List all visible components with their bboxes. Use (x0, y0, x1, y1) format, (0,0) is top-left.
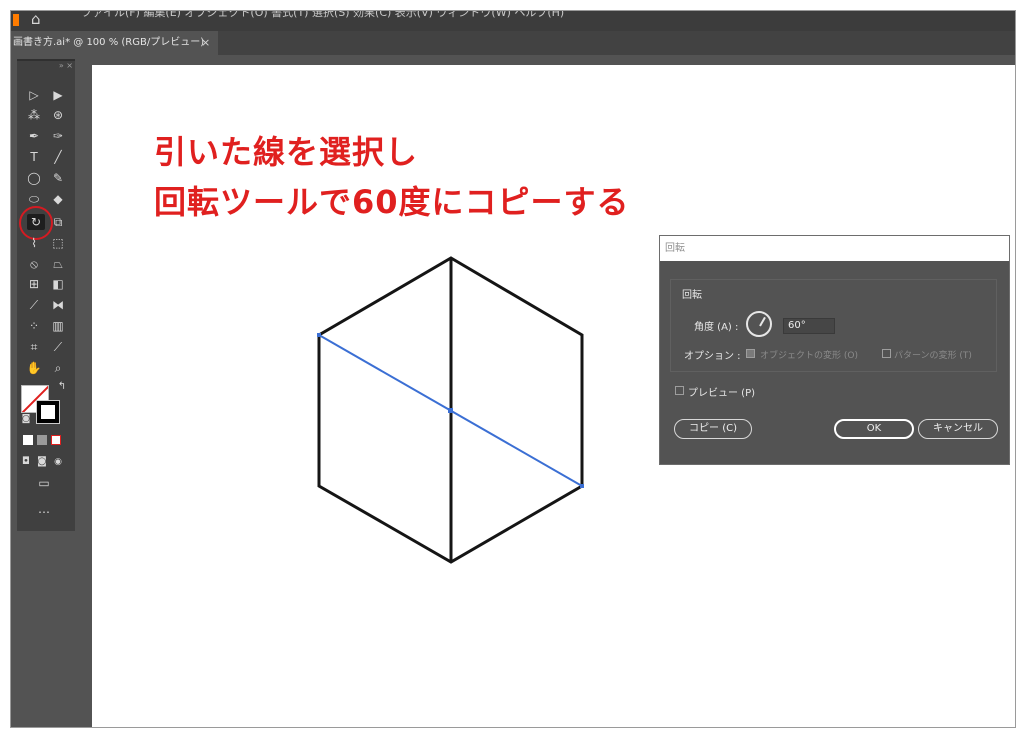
menu-items[interactable]: ファイル(F) 編集(E) オブジェクト(O) 書式(T) 選択(S) 効果(C… (81, 11, 564, 20)
selection-tool-icon[interactable]: ▷ (25, 87, 43, 103)
screen-mode-icon[interactable]: ▭ (35, 475, 53, 491)
document-tab[interactable]: 画書き方.ai* @ 100 % (RGB/プレビュー) × (11, 31, 218, 55)
preview-checkbox[interactable] (675, 386, 684, 395)
transform-patterns-checkbox[interactable] (882, 349, 891, 358)
swap-colors-icon[interactable]: ↰ (53, 379, 71, 395)
ellipse-tool-icon[interactable]: ◯ (25, 170, 43, 186)
hand-tool-icon[interactable]: ✋ (25, 360, 43, 376)
transform-patterns-label: パターンの変形 (T) (894, 351, 972, 361)
mesh-tool-icon[interactable]: ⊞ (25, 276, 43, 292)
transform-objects-checkbox[interactable] (746, 349, 755, 358)
tools-panel: » × ▷ ▶ ⁂ ⊛ ✒ ✑ T ╱ ◯ ✎ ⬭ ◆ ↻ ⧉ ⌇ ⬚ ⦸ ⏢ … (17, 59, 75, 531)
menu-bar: ⌂ ファイル(F) 編集(E) オブジェクト(O) 書式(T) 選択(S) 効果… (11, 11, 1015, 31)
document-tab-title: 画書き方.ai* @ 100 % (RGB/プレビュー) (13, 37, 205, 48)
more-tools-icon[interactable]: … (35, 501, 53, 517)
dialog-title[interactable]: 回転 (660, 236, 1009, 261)
paintbrush-tool-icon[interactable]: ✎ (49, 170, 67, 186)
gradient-tool-icon[interactable]: ◧ (49, 276, 67, 292)
magic-wand-tool-icon[interactable]: ⁂ (25, 107, 43, 123)
none-mode-icon[interactable] (51, 435, 61, 445)
document-tab-bar: 画書き方.ai* @ 100 % (RGB/プレビュー) × (11, 31, 1015, 55)
copy-button[interactable]: コピー (C) (674, 419, 752, 439)
ok-button[interactable]: OK (834, 419, 914, 439)
gradient-mode-icon[interactable] (37, 435, 47, 445)
perspective-grid-tool-icon[interactable]: ⏢ (49, 256, 67, 272)
artboard-tool-icon[interactable]: ⌗ (25, 339, 43, 355)
rotate-group-label: 回転 (682, 290, 702, 301)
curvature-tool-icon[interactable]: ✑ (49, 128, 67, 144)
angle-input[interactable]: 60° (783, 318, 835, 334)
default-colors-icon[interactable]: ◙ (17, 411, 35, 427)
preview-label: プレビュー (P) (688, 388, 756, 399)
shape-builder-tool-icon[interactable]: ⦸ (25, 256, 43, 272)
anchor-point (580, 484, 584, 488)
scale-tool-icon[interactable]: ⧉ (49, 214, 67, 230)
illustrator-window: ⌂ ファイル(F) 編集(E) オブジェクト(O) 書式(T) 選択(S) 効果… (10, 10, 1016, 728)
symbol-sprayer-tool-icon[interactable]: ⁘ (25, 318, 43, 334)
zoom-tool-icon[interactable]: ⌕ (49, 360, 67, 376)
direct-selection-tool-icon[interactable]: ▶ (49, 87, 67, 103)
slice-tool-icon[interactable]: ⟋ (49, 339, 67, 355)
rotate-tool-icon[interactable]: ↻ (27, 214, 45, 230)
pen-tool-icon[interactable]: ✒ (25, 128, 43, 144)
line-tool-icon[interactable]: ╱ (49, 149, 67, 165)
transform-objects-label: オブジェクトの変形 (O) (760, 351, 858, 361)
stroke-swatch[interactable] (36, 400, 60, 424)
center-point (448, 408, 453, 413)
color-mode-icon[interactable] (23, 435, 33, 445)
type-tool-icon[interactable]: T (25, 149, 43, 165)
home-icon[interactable]: ⌂ (31, 11, 41, 29)
options-label: オプション : (684, 351, 741, 362)
close-icon[interactable]: × (201, 37, 211, 48)
angle-dial-icon[interactable] (746, 311, 772, 337)
anchor-point (317, 333, 321, 337)
lasso-tool-icon[interactable]: ⊛ (49, 107, 67, 123)
panel-grip[interactable]: » × (17, 61, 75, 71)
angle-label: 角度 (A) : (694, 322, 739, 333)
eraser-tool-icon[interactable]: ◆ (49, 191, 67, 207)
shaper-tool-icon[interactable]: ⬭ (25, 191, 43, 207)
rotate-dialog: 回転 回転 角度 (A) : 60° オプション : オブジェクトの変形 (O)… (659, 235, 1010, 465)
column-graph-tool-icon[interactable]: ▥ (49, 318, 67, 334)
free-transform-tool-icon[interactable]: ⬚ (49, 235, 67, 251)
draw-inside-icon[interactable]: ◉ (49, 454, 67, 470)
cancel-button[interactable]: キャンセル (918, 419, 998, 439)
eyedropper-tool-icon[interactable]: ⟋ (25, 297, 43, 313)
app-logo-icon (13, 14, 19, 26)
width-tool-icon[interactable]: ⌇ (25, 235, 43, 251)
blend-tool-icon[interactable]: ⧓ (49, 297, 67, 313)
